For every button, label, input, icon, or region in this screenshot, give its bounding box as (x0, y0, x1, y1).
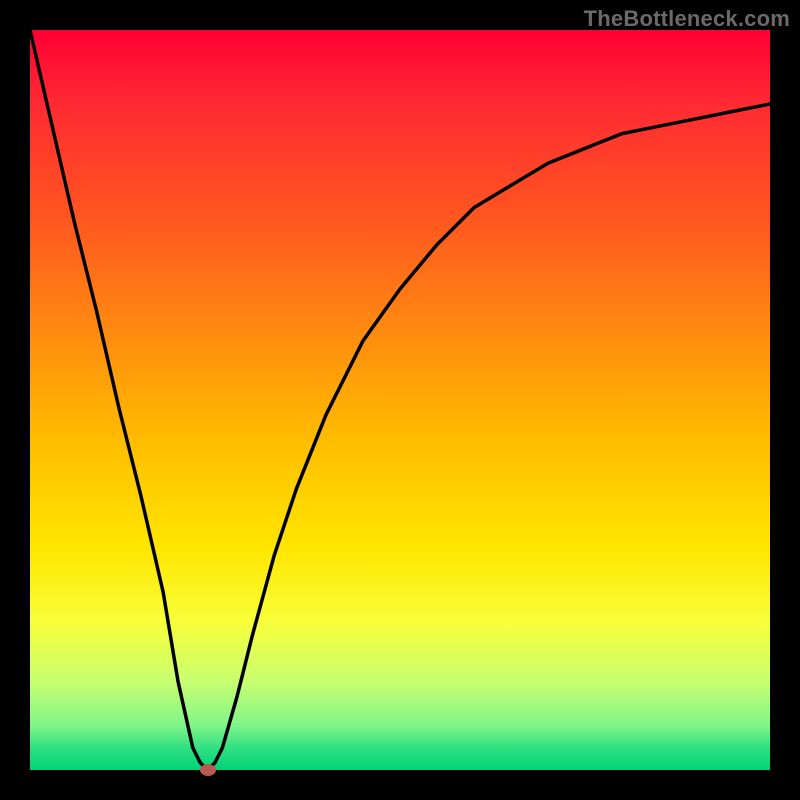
watermark-text: TheBottleneck.com (584, 6, 790, 32)
plot-area (30, 30, 770, 770)
chart-wrapper: TheBottleneck.com (0, 0, 800, 800)
bottleneck-curve (30, 30, 770, 770)
min-point-marker (200, 764, 216, 776)
curve-path (30, 30, 770, 770)
